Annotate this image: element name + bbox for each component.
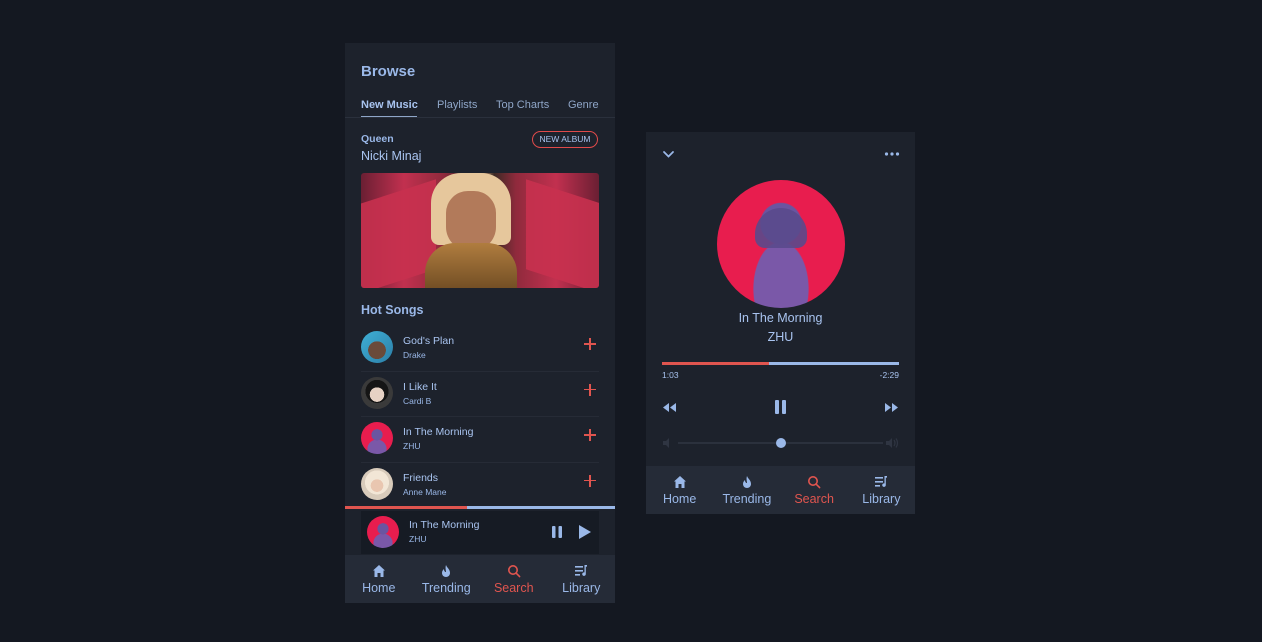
rewind-icon[interactable] (662, 402, 677, 413)
library-icon (575, 564, 588, 576)
hot-songs-list: God's Plan Drake I Like It Cardi B In Th… (361, 326, 599, 508)
mini-player[interactable]: In The Morning ZHU (361, 511, 599, 554)
home-icon (673, 475, 686, 488)
album-art-detail (446, 191, 496, 251)
cover-art-detail (755, 208, 807, 248)
list-item[interactable]: I Like It Cardi B (361, 372, 599, 417)
plus-icon[interactable] (583, 337, 597, 351)
tabs-divider (345, 117, 615, 118)
song-title: God's Plan (403, 335, 455, 347)
mini-progress-fill (345, 506, 467, 509)
time-remaining: -2:29 (879, 370, 899, 380)
album-art-detail (526, 179, 599, 288)
nav-trending-label: Trending (421, 580, 471, 595)
nav-search[interactable]: Search (781, 466, 848, 514)
volume-low-icon (663, 438, 669, 448)
volume-slider-handle[interactable] (776, 438, 786, 448)
featured-album-name: Queen (361, 133, 394, 145)
plus-icon[interactable] (583, 474, 597, 488)
browse-screen: Browse New Music Playlists Top Charts Ge… (345, 43, 615, 603)
featured-album-image[interactable] (361, 173, 599, 288)
play-icon[interactable] (578, 524, 592, 540)
hot-songs-heading: Hot Songs (361, 303, 424, 317)
mini-player-cover (367, 516, 399, 548)
now-playing-cover (717, 180, 845, 308)
song-title: Friends (403, 471, 439, 484)
tab-top-charts[interactable]: Top Charts (496, 99, 549, 111)
nav-trending[interactable]: Trending (413, 555, 481, 603)
seek-bar-fill (662, 362, 769, 365)
tab-genre[interactable]: Genre (568, 99, 599, 111)
list-item[interactable]: Friends Anne Mane (361, 463, 599, 509)
flame-icon (442, 564, 451, 577)
forward-icon[interactable] (884, 402, 899, 413)
nav-trending-label: Trending (722, 491, 772, 506)
song-artist: Anne Mane (403, 486, 447, 497)
tab-new-music[interactable]: New Music (361, 99, 418, 111)
more-icon[interactable] (884, 150, 900, 158)
song-avatar (361, 422, 393, 454)
library-icon (875, 475, 888, 487)
nav-library-label: Library (862, 491, 901, 506)
song-title: I Like It (403, 380, 437, 393)
now-playing-screen: In The Morning ZHU 1:03 -2:29 Home Trend… (646, 132, 915, 514)
song-title: In The Morning (403, 426, 474, 438)
search-icon (507, 564, 521, 577)
flame-icon (742, 475, 751, 488)
home-icon (372, 564, 385, 577)
nav-home-label: Home (362, 580, 396, 595)
nav-library[interactable]: Library (848, 466, 915, 514)
nav-search-label: Search (794, 491, 834, 506)
song-avatar (361, 376, 393, 409)
chevron-down-icon[interactable] (662, 149, 675, 159)
new-album-badge: NEW ALBUM (532, 131, 598, 148)
time-elapsed: 1:03 (662, 370, 679, 380)
nav-library[interactable]: Library (548, 555, 616, 603)
browse-tabs: New Music Playlists Top Charts Genre (361, 99, 599, 119)
volume-high-icon (886, 438, 899, 448)
song-avatar (361, 331, 393, 363)
nav-search[interactable]: Search (480, 555, 548, 603)
search-icon (808, 475, 821, 488)
song-artist: Cardi B (403, 395, 432, 406)
song-artist: ZHU (403, 441, 421, 451)
nav-home-label: Home (662, 491, 697, 506)
featured-artist-name: Nicki Minaj (361, 149, 422, 163)
plus-icon[interactable] (583, 428, 597, 442)
nav-home[interactable]: Home (345, 555, 413, 603)
song-avatar (361, 467, 393, 500)
page-title: Browse (361, 63, 416, 80)
now-playing-title: In The Morning (738, 311, 823, 325)
plus-icon[interactable] (583, 383, 597, 397)
nav-home[interactable]: Home (646, 466, 713, 514)
pause-icon[interactable] (774, 400, 787, 414)
bottom-nav: Home Trending Search Library (345, 555, 615, 603)
nav-library-label: Library (562, 580, 601, 595)
nav-search-label: Search (493, 580, 534, 595)
mini-player-title: In The Morning (409, 519, 480, 531)
song-artist: Drake (403, 350, 426, 360)
album-art-detail (425, 243, 517, 288)
nav-trending[interactable]: Trending (713, 466, 780, 514)
list-item[interactable]: In The Morning ZHU (361, 417, 599, 463)
pause-icon[interactable] (551, 526, 563, 538)
now-playing-artist: ZHU (767, 330, 794, 344)
list-item[interactable]: God's Plan Drake (361, 326, 599, 372)
bottom-nav: Home Trending Search Library (646, 466, 915, 514)
tab-playlists[interactable]: Playlists (437, 99, 477, 111)
mini-player-artist: ZHU (409, 534, 427, 544)
